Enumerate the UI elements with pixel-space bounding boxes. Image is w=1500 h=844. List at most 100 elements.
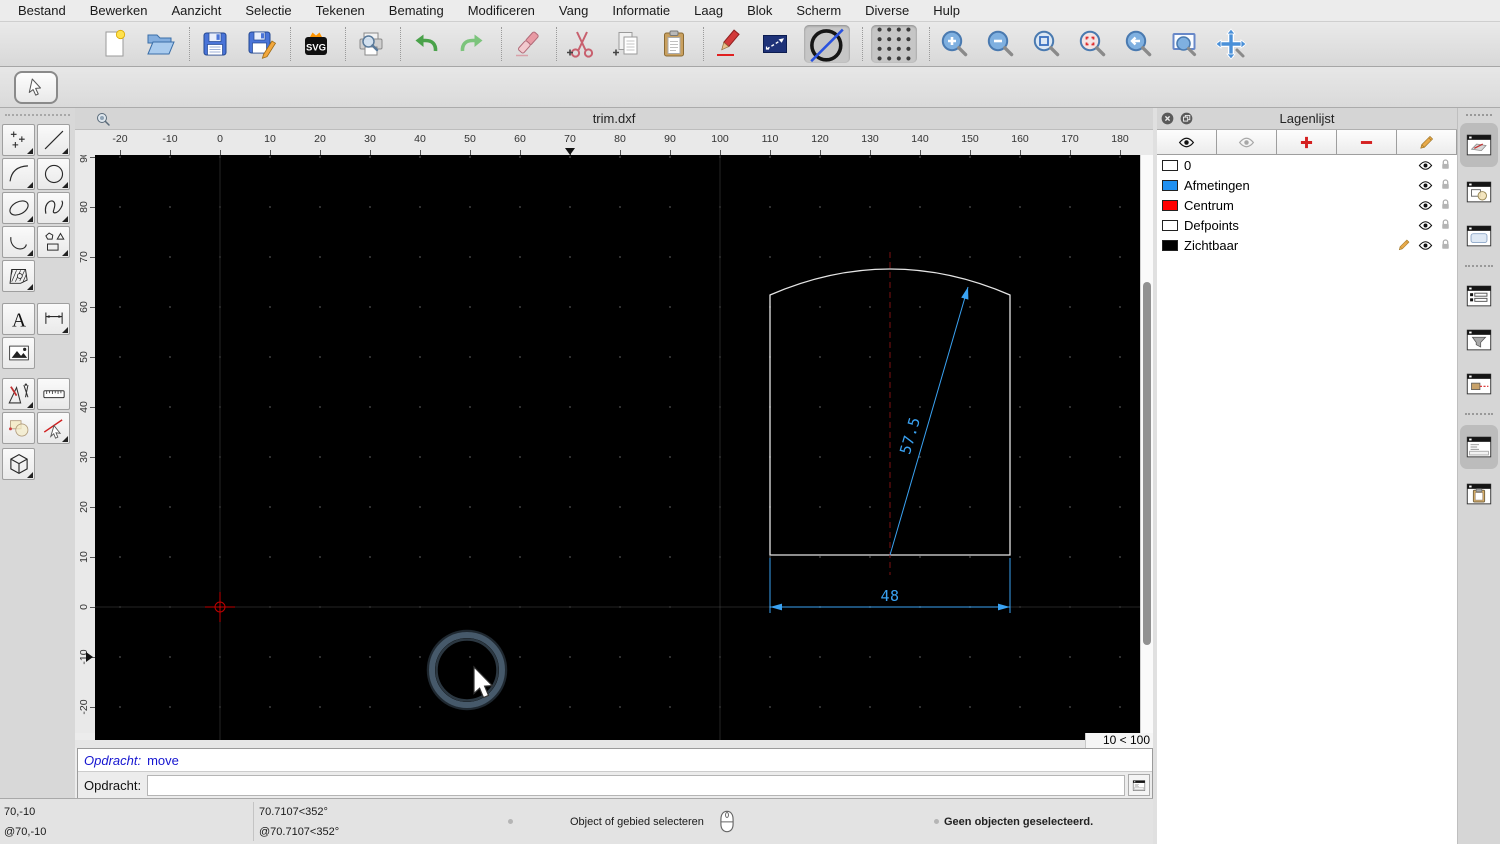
tool-measure-button[interactable]	[37, 378, 70, 410]
list-window-button[interactable]	[1461, 277, 1497, 315]
menu-informatie[interactable]: Informatie	[612, 3, 670, 18]
menu-tekenen[interactable]: Tekenen	[316, 3, 365, 18]
layer-lock-toggle[interactable]	[1439, 218, 1452, 232]
layer-row-Zichtbaar[interactable]: Zichtbaar	[1157, 235, 1457, 255]
draw-pencil-button[interactable]	[712, 25, 746, 63]
layer-row-Afmetingen[interactable]: Afmetingen	[1157, 175, 1457, 195]
layer-row-0[interactable]: 0	[1157, 155, 1457, 175]
select-window-button[interactable]	[758, 25, 792, 63]
zoom-pan-button[interactable]	[1214, 25, 1248, 63]
redo-button[interactable]	[455, 25, 489, 63]
dock-handle[interactable]	[1466, 114, 1492, 116]
layer-row-Centrum[interactable]: Centrum	[1157, 195, 1457, 215]
tool-points-button[interactable]	[2, 124, 35, 156]
command-input[interactable]	[147, 774, 1125, 796]
command-window-button[interactable]	[1460, 425, 1498, 469]
hide-all-layers-button[interactable]	[1217, 130, 1277, 154]
zoom-out-button[interactable]	[984, 25, 1018, 63]
library-window-icon	[1464, 221, 1494, 251]
grid-dots	[95, 155, 1140, 740]
layer-visibility-toggle[interactable]	[1418, 198, 1433, 213]
delete-eraser-button[interactable]	[510, 25, 544, 63]
menu-modificeren[interactable]: Modificeren	[468, 3, 535, 18]
layer-lock-toggle[interactable]	[1439, 238, 1452, 252]
h-ruler-label: 40	[414, 133, 426, 145]
tool-modify-button[interactable]	[2, 412, 35, 444]
tool-hatch-button[interactable]	[2, 260, 35, 292]
save-as-button[interactable]	[244, 25, 278, 63]
new-file-button[interactable]	[97, 25, 131, 63]
layer-visibility-toggle[interactable]	[1418, 178, 1433, 193]
edit-layer-button[interactable]	[1397, 130, 1457, 154]
tool-dimension-button[interactable]	[37, 303, 70, 335]
layer-visibility-toggle[interactable]	[1418, 158, 1433, 173]
open-file-button[interactable]	[143, 25, 177, 63]
wall-window-button[interactable]	[1461, 365, 1497, 403]
tool-circle-button[interactable]	[37, 158, 70, 190]
tool-ellipse-button[interactable]	[2, 192, 35, 224]
layer-lock-toggle[interactable]	[1439, 158, 1452, 172]
undo-button[interactable]	[409, 25, 443, 63]
tool-polygon-set-button[interactable]	[37, 226, 70, 258]
paste-button[interactable]	[657, 25, 691, 63]
tool-image-button[interactable]	[2, 337, 35, 369]
library-window-button[interactable]	[1461, 217, 1497, 255]
menu-vang[interactable]: Vang	[559, 3, 588, 18]
show-all-layers-button[interactable]	[1157, 130, 1217, 154]
zoom-redraw-button[interactable]	[1076, 25, 1110, 63]
layer-lock-toggle[interactable]	[1439, 198, 1452, 212]
dim-width-text: 48	[880, 587, 899, 605]
select-window-icon	[759, 28, 791, 60]
vertical-scrollbar[interactable]	[1140, 155, 1153, 733]
layer-visibility-toggle[interactable]	[1418, 238, 1433, 253]
command-window-toggle-button[interactable]	[1128, 774, 1150, 796]
tool-line-button[interactable]	[37, 124, 70, 156]
filter-window-button[interactable]	[1461, 321, 1497, 359]
document-tab-bar[interactable]: trim.dxf	[75, 108, 1153, 130]
palette-handle[interactable]	[5, 114, 70, 116]
zoom-previous-button[interactable]	[1122, 25, 1156, 63]
layer-panel-header[interactable]: Lagenlijst	[1157, 108, 1457, 130]
block-window-button[interactable]	[1461, 173, 1497, 211]
vertical-scrollbar-thumb[interactable]	[1143, 282, 1151, 645]
horizontal-scrollbar[interactable]	[75, 740, 1153, 748]
selection-tool-button[interactable]	[14, 71, 58, 104]
grid-toggle-button[interactable]	[871, 25, 917, 63]
zoom-fit-button[interactable]	[1030, 25, 1064, 63]
divide-circle-button[interactable]	[804, 25, 850, 63]
menu-bewerken[interactable]: Bewerken	[90, 3, 148, 18]
tool-cad-tools-button[interactable]	[2, 378, 35, 410]
cut-button[interactable]	[565, 25, 599, 63]
tool-solid-3d-button[interactable]	[2, 448, 35, 480]
eye-open-icon	[1418, 218, 1433, 233]
menu-diverse[interactable]: Diverse	[865, 3, 909, 18]
save-button[interactable]	[198, 25, 232, 63]
plus-red-icon	[1298, 134, 1315, 151]
menu-blok[interactable]: Blok	[747, 3, 772, 18]
tool-text-button[interactable]: A	[2, 303, 35, 335]
zoom-in-button[interactable]	[938, 25, 972, 63]
tool-trim-select-button[interactable]	[37, 412, 70, 444]
layer-row-Defpoints[interactable]: Defpoints	[1157, 215, 1457, 235]
remove-layer-button[interactable]	[1337, 130, 1397, 154]
drawing-canvas[interactable]: 48 57.5	[95, 155, 1140, 740]
menu-laag[interactable]: Laag	[694, 3, 723, 18]
layer-visibility-toggle[interactable]	[1418, 218, 1433, 233]
print-preview-button[interactable]	[354, 25, 388, 63]
pen-window-button[interactable]	[1460, 123, 1498, 167]
zoom-window-button[interactable]	[1168, 25, 1202, 63]
menu-scherm[interactable]: Scherm	[796, 3, 841, 18]
menu-bemating[interactable]: Bemating	[389, 3, 444, 18]
tool-arc-button[interactable]	[2, 158, 35, 190]
menu-hulp[interactable]: Hulp	[933, 3, 960, 18]
layer-lock-toggle[interactable]	[1439, 178, 1452, 192]
menu-selectie[interactable]: Selectie	[245, 3, 291, 18]
tool-polyline-button[interactable]	[2, 226, 35, 258]
menu-bestand[interactable]: Bestand	[18, 3, 66, 18]
tool-spline-button[interactable]	[37, 192, 70, 224]
menu-aanzicht[interactable]: Aanzicht	[172, 3, 222, 18]
clipboard-window-button[interactable]	[1461, 475, 1497, 513]
copy-button[interactable]	[611, 25, 645, 63]
export-svg-button[interactable]: SVG	[299, 25, 333, 63]
add-layer-button[interactable]	[1277, 130, 1337, 154]
